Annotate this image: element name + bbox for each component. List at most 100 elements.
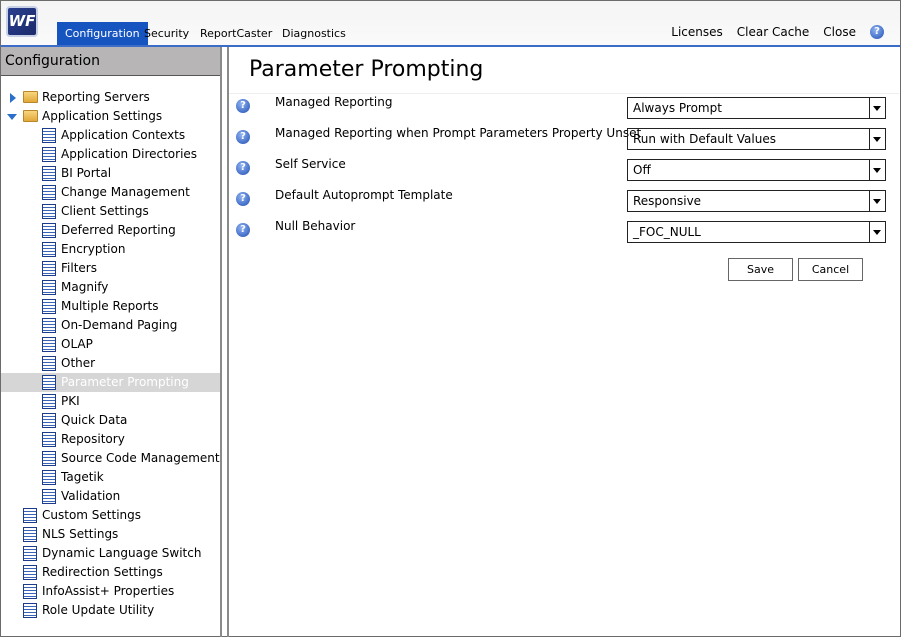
setting-label: Managed Reporting when Prompt Parameters…	[275, 126, 642, 140]
settings-page-icon	[42, 432, 56, 447]
tree-item-label: Client Settings	[61, 204, 149, 218]
tree-item-label: Filters	[61, 261, 97, 275]
tree-item-label: Tagetik	[61, 470, 104, 484]
tree-item-label: Deferred Reporting	[61, 223, 176, 237]
tree-item[interactable]: Source Code Management	[1, 449, 220, 468]
setting-label: Managed Reporting	[275, 95, 393, 109]
tree-item[interactable]: BI Portal	[1, 164, 220, 183]
tree-item[interactable]: Filters	[1, 259, 220, 278]
tree-item-label: Change Management	[61, 185, 190, 199]
tree-item-label: Validation	[61, 489, 121, 503]
help-icon[interactable]: ?	[236, 130, 250, 144]
tab-configuration[interactable]: Configuration	[57, 22, 148, 45]
save-button[interactable]: Save	[728, 258, 793, 281]
tree-item[interactable]: PKI	[1, 392, 220, 411]
help-icon[interactable]: ?	[236, 161, 250, 175]
settings-page-icon	[42, 166, 56, 181]
webfocus-logo: WF	[6, 6, 38, 37]
chevron-right-icon[interactable]	[10, 93, 16, 103]
tree-item-label: InfoAssist+ Properties	[42, 584, 175, 598]
tree-item-label: Reporting Servers	[42, 90, 150, 104]
tree-item-label: Magnify	[61, 280, 109, 294]
dropdown-arrow-icon[interactable]	[869, 160, 885, 180]
tree-item-label: Application Contexts	[61, 128, 186, 142]
tree-item[interactable]: Parameter Prompting	[1, 373, 220, 392]
setting-label: Self Service	[275, 157, 346, 171]
setting-row: ? Managed Reporting when Prompt Parameter…	[229, 126, 899, 150]
settings-page-icon	[23, 565, 37, 580]
tree-item-label: Parameter Prompting	[61, 375, 189, 389]
settings-page-icon	[42, 128, 56, 143]
tree-item[interactable]: Application Settings	[1, 107, 220, 126]
help-icon[interactable]: ?	[870, 25, 884, 39]
setting-select[interactable]: Always Prompt	[627, 97, 886, 119]
tree-item[interactable]: OLAP	[1, 335, 220, 354]
tree-item[interactable]: NLS Settings	[1, 525, 220, 544]
help-icon[interactable]: ?	[236, 99, 250, 113]
setting-select[interactable]: _FOC_NULL	[627, 221, 886, 243]
tree-item[interactable]: Encryption	[1, 240, 220, 259]
settings-page-icon	[42, 280, 56, 295]
tree-item[interactable]: Validation	[1, 487, 220, 506]
tree-item[interactable]: Change Management	[1, 183, 220, 202]
page-title: Parameter Prompting	[249, 57, 484, 82]
clear-cache-link[interactable]: Clear Cache	[737, 25, 810, 39]
tree-item[interactable]: InfoAssist+ Properties	[1, 582, 220, 601]
help-icon[interactable]: ?	[236, 192, 250, 206]
tree-item-label: Encryption	[61, 242, 126, 256]
settings-page-icon	[42, 375, 56, 390]
tree-item[interactable]: Multiple Reports	[1, 297, 220, 316]
tree-item[interactable]: Tagetik	[1, 468, 220, 487]
tree-item[interactable]: Reporting Servers	[1, 88, 220, 107]
dropdown-arrow-icon[interactable]	[869, 98, 885, 118]
dropdown-arrow-icon[interactable]	[869, 191, 885, 211]
settings-page-icon	[42, 185, 56, 200]
settings-page-icon	[23, 546, 37, 561]
dropdown-arrow-icon[interactable]	[869, 129, 885, 149]
cancel-button[interactable]: Cancel	[798, 258, 863, 281]
tree-item-label: Repository	[61, 432, 125, 446]
main-panel: Parameter Prompting ? Managed Reporting Al…	[227, 47, 899, 637]
tab-diagnostics[interactable]: Diagnostics	[274, 22, 354, 45]
selected-value: Off	[633, 163, 651, 177]
close-link[interactable]: Close	[823, 25, 856, 39]
tab-reportcaster[interactable]: ReportCaster	[192, 22, 280, 45]
tree-item[interactable]: Quick Data	[1, 411, 220, 430]
chevron-down-icon[interactable]	[7, 114, 17, 120]
setting-select[interactable]: Run with Default Values	[627, 128, 886, 150]
help-icon[interactable]: ?	[236, 223, 250, 237]
settings-page-icon	[42, 299, 56, 314]
settings-page-icon	[42, 394, 56, 409]
licenses-link[interactable]: Licenses	[671, 25, 723, 39]
settings-page-icon	[23, 527, 37, 542]
tree-item[interactable]: On-Demand Paging	[1, 316, 220, 335]
tree-item-label: Redirection Settings	[42, 565, 163, 579]
tree-item[interactable]: Role Update Utility	[1, 601, 220, 620]
top-bar: WF Configuration Security ReportCaster D…	[1, 1, 900, 45]
tree-item[interactable]: Redirection Settings	[1, 563, 220, 582]
tree-item-label: Role Update Utility	[42, 603, 155, 617]
tree-item[interactable]: Dynamic Language Switch	[1, 544, 220, 563]
tree-item[interactable]: Custom Settings	[1, 506, 220, 525]
tree-item[interactable]: Client Settings	[1, 202, 220, 221]
dropdown-arrow-icon[interactable]	[869, 222, 885, 242]
tree-item[interactable]: Repository	[1, 430, 220, 449]
folder-icon	[23, 110, 38, 122]
tree-item[interactable]: Other	[1, 354, 220, 373]
tree-item[interactable]: Application Contexts	[1, 126, 220, 145]
settings-page-icon	[23, 603, 37, 618]
setting-row: ? Self Service Off	[229, 157, 899, 181]
settings-page-icon	[42, 413, 56, 428]
setting-select[interactable]: Responsive	[627, 190, 886, 212]
settings-page-icon	[42, 261, 56, 276]
tree-item[interactable]: Magnify	[1, 278, 220, 297]
tree-item[interactable]: Application Directories	[1, 145, 220, 164]
tree-item[interactable]: Deferred Reporting	[1, 221, 220, 240]
tree-item-label: Custom Settings	[42, 508, 142, 522]
settings-page-icon	[42, 242, 56, 257]
tab-security[interactable]: Security	[136, 22, 197, 45]
selected-value: Responsive	[633, 194, 702, 208]
settings-page-icon	[42, 489, 56, 504]
setting-select[interactable]: Off	[627, 159, 886, 181]
setting-row: ? Null Behavior _FOC_NULL	[229, 219, 899, 243]
